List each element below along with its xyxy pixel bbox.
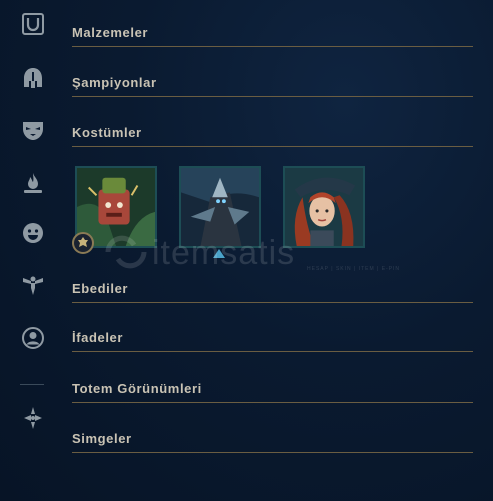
section-ebediler[interactable]: Ebediler xyxy=(72,281,473,303)
totem-icon[interactable] xyxy=(20,405,46,431)
section-title: Simgeler xyxy=(72,431,473,453)
sidebar-divider xyxy=(20,384,44,385)
skin-tile-2[interactable] xyxy=(179,166,261,248)
blue-triangle-icon xyxy=(213,249,225,258)
rank-badge-icon xyxy=(72,232,94,254)
section-title: Ebediler xyxy=(72,281,473,303)
helmet-icon[interactable] xyxy=(20,65,46,91)
section-title: Malzemeler xyxy=(72,25,473,47)
ward-icon[interactable] xyxy=(20,272,46,298)
section-title: İfadeler xyxy=(72,330,473,352)
section-kostumler[interactable]: Kostümler xyxy=(72,125,473,147)
section-title: Kostümler xyxy=(72,125,473,147)
emote-face-icon[interactable] xyxy=(20,220,46,246)
section-ifadeler[interactable]: İfadeler xyxy=(72,330,473,352)
flame-icon[interactable] xyxy=(20,170,46,196)
emblem-icon[interactable] xyxy=(20,11,46,37)
section-totem-gorunumleri[interactable]: Totem Görünümleri xyxy=(72,381,473,403)
section-sampiyonlar[interactable]: Şampiyonlar xyxy=(72,75,473,97)
skin-tile-3[interactable] xyxy=(283,166,365,248)
section-title: Totem Görünümleri xyxy=(72,381,473,403)
section-title: Şampiyonlar xyxy=(72,75,473,97)
section-malzemeler[interactable]: Malzemeler xyxy=(72,25,473,47)
watermark-subtext: HESAP | SKIN | ITEM | E-PIN xyxy=(307,266,401,272)
section-simgeler[interactable]: Simgeler xyxy=(72,431,473,453)
mask-icon[interactable] xyxy=(20,117,46,143)
profile-icon[interactable] xyxy=(20,325,46,351)
sidebar xyxy=(0,0,62,501)
